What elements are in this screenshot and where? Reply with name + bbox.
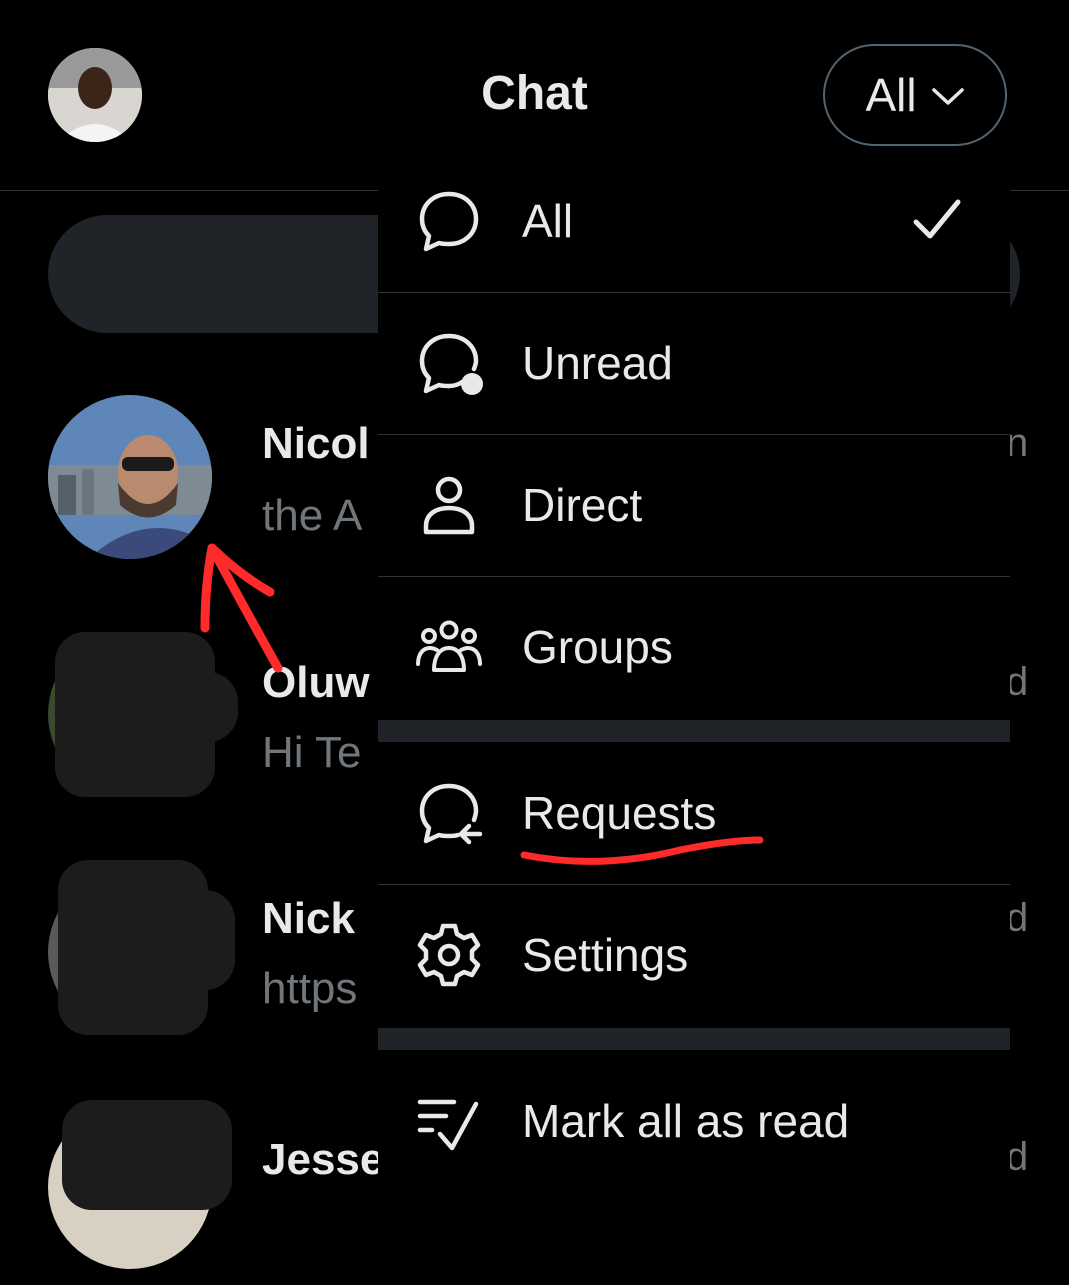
menu-item-groups[interactable]: Groups [378,576,1010,718]
checkmark-icon [913,199,961,239]
menu-item-label: Settings [522,929,689,981]
menu-item-label: Requests [522,787,717,839]
menu-item-label: All [522,195,574,247]
person-icon [423,476,475,535]
chat-preview: the A [262,491,363,540]
menu-item-label: Direct [522,479,643,531]
menu-item-label: Mark all as read [522,1095,850,1147]
mark-read-icon [417,1099,479,1151]
redaction-scribble [100,890,235,990]
chat-name: Nicol [262,419,370,468]
chat-avatar [48,395,212,559]
chevron-down-icon [931,88,964,105]
chat-bubble-icon [419,191,479,252]
filter-dropdown-menu: All Unread Direct Groups Requests Settin… [378,150,1010,1200]
menu-item-label: Groups [522,621,673,673]
chat-name: Oluw [262,658,370,707]
menu-divider [378,720,1010,742]
gear-icon [417,923,481,987]
chat-preview: Hi Te [262,728,362,777]
chat-request-icon [419,783,483,845]
filter-dropdown-button[interactable]: All [823,44,1007,146]
redaction-scribble [90,672,238,742]
menu-item-requests[interactable]: Requests [378,742,1010,885]
chat-name: Jesse [262,1135,385,1184]
menu-item-unread[interactable]: Unread [378,292,1010,435]
menu-item-all[interactable]: All [378,150,1010,293]
chat-bubble-unread-icon [419,333,483,395]
menu-item-label: Unread [522,337,673,389]
menu-item-settings[interactable]: Settings [378,884,1010,1026]
menu-item-direct[interactable]: Direct [378,434,1010,577]
menu-item-mark-all-read[interactable]: Mark all as read [378,1050,1010,1192]
redaction-scribble [62,1100,232,1210]
chat-name: Nick [262,894,355,943]
chat-preview: https [262,964,358,1013]
filter-label: All [865,69,917,121]
group-icon [416,620,482,672]
menu-divider [378,1028,1010,1050]
